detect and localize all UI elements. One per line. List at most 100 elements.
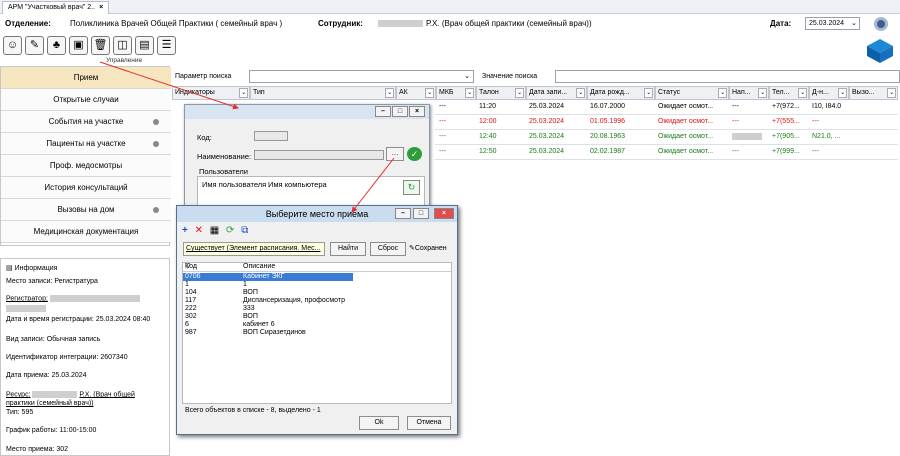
col-mkb[interactable]: МКБ ⌄ [436,86,476,100]
ok-button[interactable]: Ok [359,416,399,430]
info-resource[interactable]: Ресурс: Р.Х. (Врач общей [6,391,135,398]
col-indicators[interactable]: Индикаторы ⌄ [172,86,250,100]
list-item[interactable]: 104 ВОП [183,289,451,297]
gear-icon[interactable] [874,17,888,31]
cell-date: 25.03.2024 [529,118,565,125]
sidebar-item-events[interactable]: События на участке [1,111,171,133]
folder-clock-icon[interactable]: ◫ [113,36,132,55]
minimize-icon[interactable]: – [375,106,391,117]
delete-icon[interactable]: ✕ [195,225,203,236]
col-tel[interactable]: Тел... ⌄ [769,86,809,100]
users-icon[interactable]: ♣ [47,36,66,55]
name-field[interactable] [254,150,384,160]
list-item[interactable]: 987 ВОП Сиразетдинов [183,329,451,337]
chevron-down-icon[interactable]: ⌄ [465,88,474,98]
col-date[interactable]: Дата запи... ⌄ [526,86,587,100]
chevron-down-icon[interactable]: ⌄ [887,88,896,98]
refresh-icon[interactable]: ⟳ [226,225,234,236]
refresh-icon[interactable]: ↻ [403,180,420,195]
chevron-down-icon[interactable]: ⌄ [798,88,807,98]
table-row[interactable]: --- 12:00 25.03.2024 01.05.1996 Ожидает … [435,115,898,130]
sidebar-item-reception[interactable]: Прием [1,67,171,89]
user-icon[interactable]: ☺ [3,36,22,55]
col-talon[interactable]: Талон ⌄ [476,86,526,100]
sidebar-item-open-cases[interactable]: Открытые случаи [1,89,171,111]
check-icon[interactable]: ✓ [407,147,422,161]
tree-icon[interactable]: ⧉ [241,225,248,236]
edit-icon[interactable]: ▦ [210,225,219,236]
list-item[interactable]: 117 Диспансеризация, профосмотр [183,297,451,305]
col-ak[interactable]: АК ⌄ [396,86,436,100]
item-desc: 333 [243,305,255,312]
info-resource-value2[interactable]: практики (семейный врач)) [6,400,94,407]
chevron-down-icon[interactable]: ⌄ [239,88,248,98]
save-button[interactable]: ✎Сохранен [409,244,447,252]
info-record-type: Вид записи: Обычная запись [6,336,101,343]
resource-link[interactable]: Ресурс: [6,391,31,398]
chevron-down-icon[interactable]: ⌄ [385,88,394,98]
info-panel: ▤ Информация Место записи: Регистратура … [0,258,170,456]
sidebar-item-med-docs[interactable]: Медицинская документация [1,221,171,243]
item-desc: ВОП [243,313,258,320]
sidebar-item-consultations[interactable]: История консультаций [1,177,171,199]
code-field[interactable] [254,131,288,141]
chevron-down-icon[interactable]: ⌄ [758,88,767,98]
col-label: АК [399,89,408,96]
chevron-down-icon[interactable]: ⌄ [425,88,434,98]
close-icon[interactable]: × [409,106,425,117]
document-edit-icon[interactable]: ✎ [25,36,44,55]
date-picker[interactable]: 25.03.2024 ⌄ [805,17,860,30]
resource-value[interactable]: Р.Х. (Врач общей [79,391,134,398]
chevron-down-icon[interactable]: ⌄ [838,88,847,98]
minimize-icon[interactable]: – [395,208,411,219]
registrar-link[interactable]: Регистратор: [6,295,48,302]
users-group-label: Пользователи [199,167,248,176]
cell-birth: 16.07.2000 [590,103,626,110]
table-row[interactable]: --- 12:50 25.03.2024 02.02.1987 Ожидает … [435,145,898,160]
chevron-down-icon[interactable]: ⌄ [576,88,585,98]
sidebar-item-patients[interactable]: Пациенты на участке [1,133,171,155]
monitor-edit-icon[interactable]: ▣ [69,36,88,55]
table-row[interactable]: --- 12:40 25.03.2024 20.08.1963 Ожидает … [435,130,898,145]
col-desc[interactable]: Описание [243,263,275,271]
col-nap[interactable]: Нап... ⌄ [729,86,769,100]
choose-button[interactable]: … [386,147,404,161]
list-item[interactable]: 302 ВОП [183,313,451,321]
chevron-down-icon[interactable]: ⌄ [515,88,524,98]
maximize-icon[interactable]: □ [413,208,429,219]
col-calls[interactable]: Вызо... ⌄ [849,86,898,100]
tab-arm[interactable]: АРМ "Участковый врач" 2.. × [2,1,110,14]
list-item[interactable]: 6 кабинет 6 [183,321,451,329]
col-birth[interactable]: Дата рожд... ⌄ [587,86,655,100]
add-icon[interactable]: + [182,225,188,236]
save-label: Сохранен [414,245,447,252]
sidebar-item-checkups[interactable]: Проф. медосмотры [1,155,171,177]
filter-field[interactable]: Существует (Элемент расписания. Мес... [183,242,325,256]
maximize-icon[interactable]: □ [392,106,408,117]
sidebar: Прием Открытые случаи События на участке… [0,66,171,246]
cell-mkb: --- [439,148,446,155]
cell-status: Ожидает осмот... [658,133,714,140]
search-value-input[interactable] [555,70,900,83]
tab-close-icon[interactable]: × [99,4,103,11]
list-settings-icon[interactable]: ☰ [157,36,176,55]
chevron-down-icon[interactable]: ⌄ [718,88,727,98]
param-select[interactable]: ⌄ [249,70,474,83]
item-desc: Диспансеризация, профосмотр [243,297,345,304]
archive-icon[interactable]: ▤ [135,36,154,55]
table-row[interactable]: --- 11:20 25.03.2024 16.07.2000 Ожидает … [435,100,898,115]
cell-dn: --- [812,148,819,155]
col-status[interactable]: Статус ⌄ [655,86,729,100]
reset-button[interactable]: Сброс [370,242,406,256]
col-dn[interactable]: Д-н... ⌄ [809,86,849,100]
sidebar-item-home-calls[interactable]: Вызовы на дом [1,199,171,221]
cancel-button[interactable]: Отмена [407,416,451,430]
col-type[interactable]: Тип ⌄ [250,86,396,100]
list-item[interactable]: 0706 Кабинет ЭКГ [183,273,353,281]
list-item[interactable]: 222 333 [183,305,451,313]
list-item[interactable]: 11 [183,281,451,289]
trash-icon[interactable]: 🗑 [91,36,110,55]
close-icon[interactable]: × [434,208,454,219]
chevron-down-icon[interactable]: ⌄ [644,88,653,98]
find-button[interactable]: Найти [330,242,366,256]
